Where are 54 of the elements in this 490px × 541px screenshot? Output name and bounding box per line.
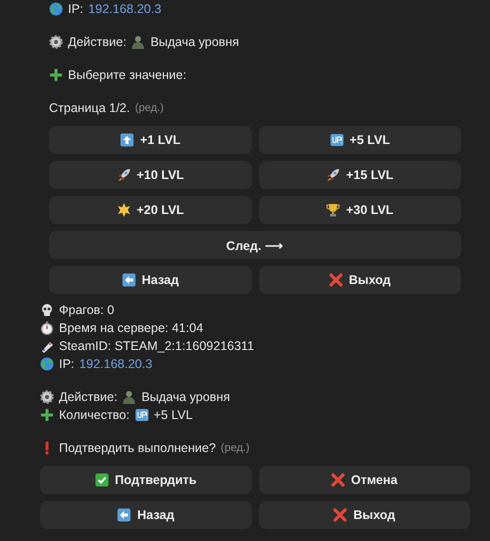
plus-icon [40, 408, 54, 422]
keyboard-button[interactable]: Выход [258, 501, 470, 529]
message-text: Выдача уровня [150, 35, 239, 49]
edited-label: (ред.) [134, 102, 164, 114]
keyboard-button[interactable]: След. ⟶ [49, 231, 461, 259]
message-text: IP: [68, 2, 84, 16]
person-icon [131, 35, 146, 49]
ip-link[interactable]: 192.168.20.3 [79, 357, 152, 371]
keyboard-button[interactable]: +30 LVL [258, 196, 461, 224]
keyboard-button[interactable]: +15 LVL [258, 161, 461, 189]
rocket-icon [326, 168, 340, 182]
plus-icon [49, 68, 63, 82]
up-arrow-icon [120, 133, 134, 147]
keyboard-button[interactable]: Назад [49, 266, 252, 294]
globe-icon [49, 2, 63, 16]
edited-label: (ред.) [220, 442, 250, 454]
cross-icon [328, 273, 343, 287]
keyboard-button[interactable]: +1 LVL [49, 126, 252, 154]
rocket-icon [116, 168, 131, 182]
message-text: Количество: [59, 408, 130, 422]
person-icon [122, 390, 136, 404]
message-text: SteamID: STEAM_2:1:1609216311 [59, 339, 254, 353]
keyboard-button[interactable]: Подтвердить [40, 466, 252, 494]
message-text: Выдача уровня [141, 390, 230, 404]
up-badge-icon [134, 408, 149, 422]
message-text: Действие: [68, 35, 126, 49]
message-text: Подтвердить выполнение? [59, 441, 216, 455]
trophy-icon [326, 203, 340, 217]
message-text: IP: [59, 357, 74, 371]
gear-icon [49, 35, 63, 49]
star-icon [116, 203, 131, 217]
left-arrow-icon [122, 273, 136, 287]
keyboard-button[interactable]: Отмена [258, 466, 470, 494]
keyboard-button[interactable]: +20 LVL [49, 196, 252, 224]
skull-icon [40, 303, 54, 317]
keyboard-button[interactable]: Назад [40, 501, 252, 529]
message-text: Страница 1/2. [49, 101, 130, 115]
message-text: Время на сервере: 41:04 [59, 321, 204, 335]
stopwatch-icon [40, 321, 54, 335]
globe-icon [40, 357, 54, 371]
message-text: Выберите значение: [68, 68, 186, 82]
keyboard-button[interactable]: +5 LVL [258, 126, 461, 154]
up-badge-icon [330, 133, 344, 147]
cross-icon [330, 473, 345, 487]
keyboard-button[interactable]: +10 LVL [49, 161, 252, 189]
cross-icon [333, 508, 348, 522]
checkmark-icon [94, 473, 109, 487]
left-arrow-icon [117, 508, 132, 522]
ip-link[interactable]: 192.168.20.3 [88, 2, 162, 16]
message-text: Фрагов: 0 [59, 303, 114, 317]
message-text: +5 LVL [154, 408, 193, 422]
gear-icon [40, 390, 54, 404]
keyboard-button[interactable]: Выход [258, 266, 461, 294]
message-text: Действие: [59, 390, 118, 404]
